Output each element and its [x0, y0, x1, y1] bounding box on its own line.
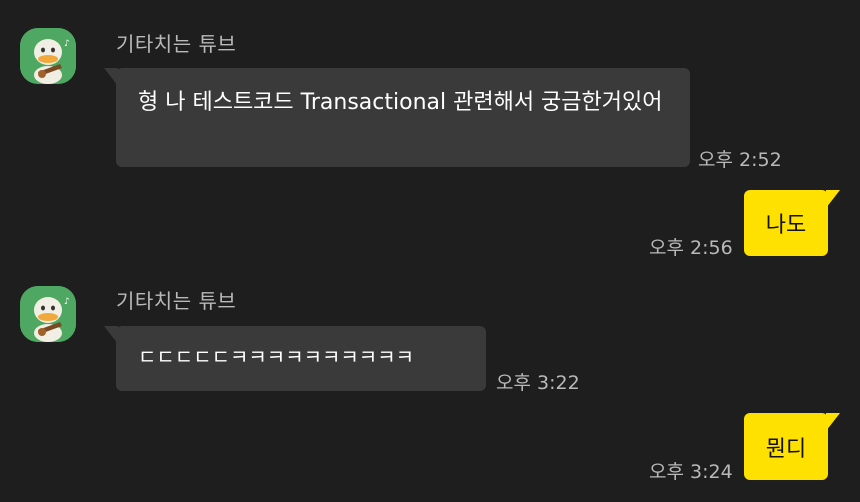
message-text: 뭔디: [765, 436, 807, 462]
message-time: 오후 2:52: [698, 149, 782, 171]
avatar[interactable]: ♪: [20, 286, 76, 342]
message-time: 오후 3:22: [496, 372, 580, 394]
message-time: 오후 3:24: [649, 461, 733, 483]
sender-name: 기타치는 튜브: [116, 32, 237, 56]
duck-guitar-avatar-icon: ♪: [20, 28, 76, 84]
message-text: ㄷㄷㄷㄷㄷㅋㅋㅋㅋㅋㅋㅋㅋㅋㅋ: [138, 345, 414, 369]
message-text: 나도: [765, 213, 807, 238]
sender-name: 기타치는 튜브: [116, 289, 237, 313]
message-time: 오후 2:56: [649, 237, 733, 259]
avatar[interactable]: ♪: [20, 28, 76, 84]
svg-text:♪: ♪: [64, 39, 70, 49]
message-bubble[interactable]: 나도: [744, 190, 840, 256]
message-text: 형 나 테스트코드 Transactional 관련해서 궁금한거있어: [138, 90, 663, 115]
message-bubble[interactable]: ㄷㄷㄷㄷㄷㅋㅋㅋㅋㅋㅋㅋㅋㅋㅋ: [104, 326, 486, 391]
message-bubble[interactable]: 형 나 테스트코드 Transactional 관련해서 궁금한거있어: [104, 68, 690, 167]
duck-guitar-avatar-icon: ♪: [20, 286, 76, 342]
svg-text:♪: ♪: [64, 297, 70, 307]
message-bubble[interactable]: 뭔디: [744, 413, 840, 480]
